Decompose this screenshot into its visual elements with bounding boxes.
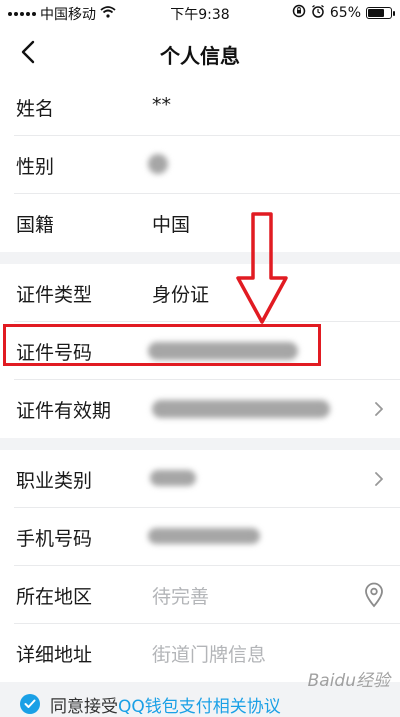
occupation-label: 职业类别: [16, 470, 93, 492]
agreement-text: 同意接受QQ钱包支付相关协议: [50, 692, 281, 717]
chevron-right-icon: [375, 402, 383, 416]
chevron-right-icon: [375, 472, 383, 486]
basic-info-group: 姓名 ** 性别 国籍 中国: [0, 78, 400, 252]
alarm-icon: [311, 4, 325, 22]
region-label: 所在地区: [16, 586, 93, 608]
id-expiry-label: 证件有效期: [16, 400, 112, 422]
agreement-prefix: 同意接受: [50, 697, 118, 717]
battery-percent: 65%: [329, 5, 361, 21]
id-number-highlight-annotation: [3, 324, 321, 366]
down-arrow-annotation-icon: [236, 212, 288, 324]
phone-label: 手机号码: [16, 528, 93, 550]
rotation-lock-icon: [292, 4, 306, 22]
id-expiry-value-redacted: [152, 400, 330, 418]
id-type-label: 证件类型: [16, 284, 93, 306]
name-row[interactable]: 姓名 **: [0, 78, 400, 136]
id-type-value: 身份证: [152, 284, 210, 306]
nationality-label: 国籍: [16, 214, 55, 236]
region-row[interactable]: 所在地区 待完善: [0, 566, 400, 624]
address-placeholder: 街道门牌信息: [152, 644, 267, 666]
region-placeholder: 待完善: [152, 586, 210, 608]
agreement-bar: 同意接受QQ钱包支付相关协议: [0, 690, 400, 717]
phone-row[interactable]: 手机号码: [0, 508, 400, 566]
occupation-row[interactable]: 职业类别: [0, 450, 400, 508]
gender-label: 性别: [16, 156, 55, 178]
gender-row[interactable]: 性别: [0, 136, 400, 194]
agreement-link[interactable]: QQ钱包支付相关协议: [118, 697, 281, 717]
status-bar: 中国移动 下午9:38 65%: [0, 0, 400, 26]
name-value: **: [152, 94, 171, 116]
address-label: 详细地址: [16, 644, 93, 666]
navigation-bar: 个人信息: [0, 26, 400, 78]
id-expiry-row[interactable]: 证件有效期: [0, 380, 400, 438]
gender-value-redacted: [148, 154, 168, 174]
nationality-value: 中国: [152, 214, 191, 236]
nationality-row[interactable]: 国籍 中国: [0, 194, 400, 252]
id-type-row[interactable]: 证件类型 身份证: [0, 264, 400, 322]
name-label: 姓名: [16, 98, 55, 120]
battery-icon: [366, 7, 395, 19]
battery-level-fill: [368, 9, 384, 17]
location-pin-icon[interactable]: [362, 582, 386, 608]
contact-info-group: 职业类别 手机号码 所在地区 待完善 详细地址 街道门牌信息: [0, 450, 400, 682]
baidu-watermark: Baidu经验: [307, 671, 390, 691]
occupation-value-redacted: [150, 470, 196, 486]
page-title: 个人信息: [160, 44, 240, 68]
checkmark-icon[interactable]: [20, 694, 40, 714]
phone-value-redacted: [148, 528, 260, 544]
